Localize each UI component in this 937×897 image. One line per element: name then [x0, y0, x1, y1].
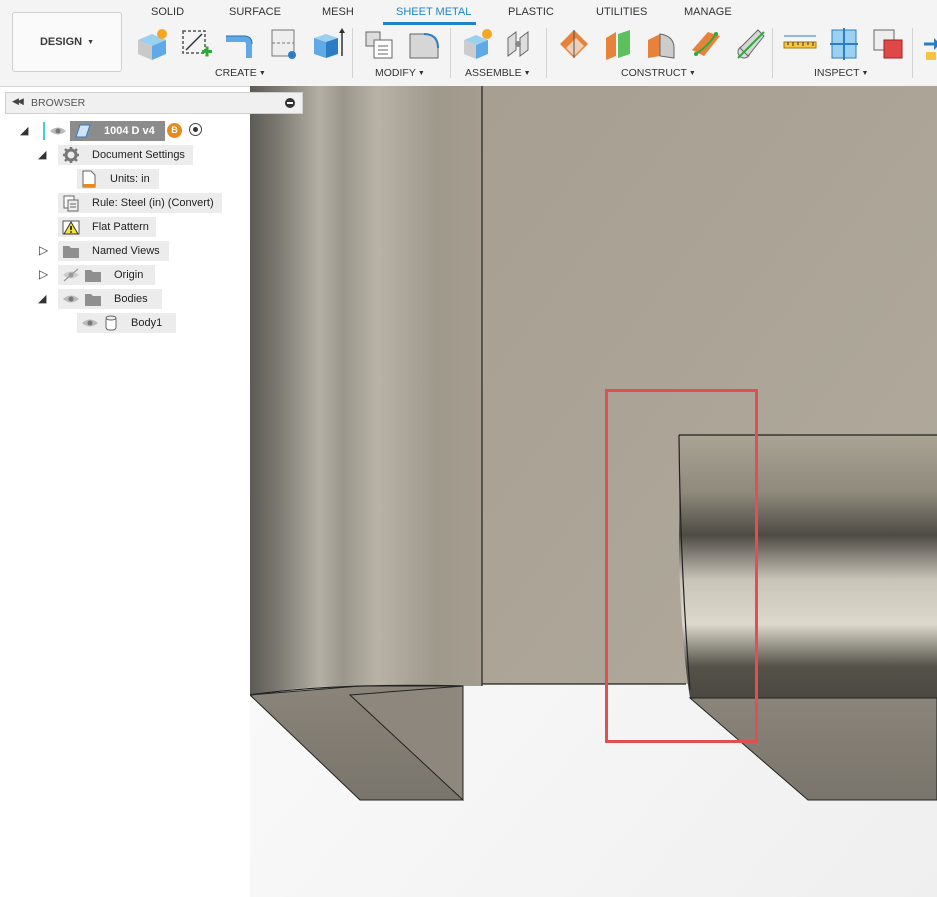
tab-surface[interactable]: SURFACE	[229, 6, 281, 18]
flat-pattern-warning-icon	[62, 220, 80, 235]
new-component-icon[interactable]	[134, 26, 170, 62]
interference-icon[interactable]	[870, 26, 906, 62]
browser-title: BROWSER	[31, 97, 86, 109]
browser-minimize-icon[interactable]	[285, 98, 295, 108]
highlight-selection-box	[605, 389, 758, 743]
version-badge-icon[interactable]: B	[167, 123, 182, 138]
tab-manage[interactable]: MANAGE	[684, 6, 732, 18]
named-views-label: Named Views	[92, 245, 160, 257]
dropdown-caret-icon: ▼	[87, 38, 95, 46]
folder-icon	[85, 294, 101, 306]
extrude-icon[interactable]	[310, 26, 346, 62]
new-component-assemble-icon[interactable]	[460, 26, 496, 62]
activate-radio-icon[interactable]	[189, 123, 202, 136]
toolbar-separator	[352, 28, 353, 78]
toolbar-separator	[772, 28, 773, 78]
tree-item-origin[interactable]: Origin	[58, 265, 155, 285]
inspect-group-label[interactable]: INSPECT ▼	[814, 67, 868, 79]
sheet-metal-model	[250, 86, 937, 897]
fillet-icon[interactable]	[406, 26, 442, 62]
tree-item-rule[interactable]: Rule: Steel (in) (Convert)	[58, 193, 222, 213]
tab-sheet-metal[interactable]: SHEET METAL	[396, 6, 471, 18]
document-component-icon	[75, 124, 91, 138]
collapse-panel-icon[interactable]: ◀◀	[12, 96, 24, 107]
expand-collapse-icon[interactable]: ◢	[38, 148, 46, 161]
press-pull-icon[interactable]	[362, 26, 398, 62]
toolbar-separator	[912, 28, 913, 78]
sheet-metal-rule-icon	[63, 195, 79, 212]
hidden-eye-icon[interactable]	[62, 268, 80, 282]
insert-icon[interactable]	[920, 26, 937, 62]
document-settings-label: Document Settings	[92, 149, 185, 161]
visibility-eye-icon[interactable]	[62, 292, 80, 306]
tab-plastic[interactable]: PLASTIC	[508, 6, 554, 18]
tangent-plane-icon[interactable]	[644, 26, 680, 62]
body-cylinder-icon	[105, 315, 117, 331]
tab-mesh[interactable]: MESH	[322, 6, 354, 18]
gear-icon	[63, 147, 79, 163]
active-tab-indicator	[383, 22, 476, 25]
flange-icon[interactable]	[222, 26, 258, 62]
canvas-viewport[interactable]	[250, 86, 937, 897]
design-label: DESIGN	[39, 36, 83, 48]
tree-item-units[interactable]: Units: in	[77, 169, 159, 189]
tab-solid[interactable]: SOLID	[151, 6, 184, 18]
offset-plane-icon[interactable]	[556, 26, 592, 62]
flat-pattern-label: Flat Pattern	[92, 221, 149, 233]
assemble-group-label[interactable]: ASSEMBLE ▼	[465, 67, 531, 79]
tree-item-body1[interactable]: Body1	[77, 313, 176, 333]
tree-item-named-views[interactable]: Named Views	[58, 241, 169, 261]
visibility-eye-icon[interactable]	[81, 316, 99, 330]
origin-label: Origin	[114, 269, 144, 281]
expand-collapse-icon[interactable]: ◢	[20, 124, 28, 137]
create-group-label[interactable]: CREATE ▼	[215, 67, 266, 79]
joint-icon[interactable]	[502, 26, 538, 62]
toolbar: DESIGN ▼ SOLID SURFACE MESH SHEET METAL …	[0, 0, 937, 87]
tree-item-flat-pattern[interactable]: Flat Pattern	[58, 217, 156, 237]
axis-through-cylinder-icon[interactable]	[732, 26, 768, 62]
expand-arrow-icon[interactable]: ▷	[39, 243, 48, 257]
tree-root-document[interactable]: 1004 D v4	[70, 121, 165, 141]
design-workspace-button[interactable]: DESIGN ▼	[12, 12, 122, 72]
tree-root-label: 1004 D v4	[104, 125, 155, 137]
units-document-icon	[82, 170, 96, 188]
tree-item-bodies[interactable]: Bodies	[58, 289, 162, 309]
body1-label: Body1	[131, 317, 163, 329]
section-analysis-icon[interactable]	[826, 26, 862, 62]
midplane-icon[interactable]	[688, 26, 724, 62]
bodies-label: Bodies	[114, 293, 148, 305]
plane-at-angle-icon[interactable]	[600, 26, 636, 62]
toolbar-separator	[450, 28, 451, 78]
measure-icon[interactable]	[782, 26, 818, 62]
rule-label: Rule: Steel (in) (Convert)	[92, 197, 214, 209]
folder-icon	[85, 270, 101, 282]
modify-group-label[interactable]: MODIFY ▼	[375, 67, 425, 79]
unfold-icon[interactable]	[266, 26, 302, 62]
construct-group-label[interactable]: CONSTRUCT ▼	[621, 67, 696, 79]
browser-header[interactable]: ◀◀ BROWSER	[5, 92, 303, 114]
visibility-eye-icon[interactable]	[49, 124, 67, 138]
expand-collapse-icon[interactable]: ◢	[38, 292, 46, 305]
expand-arrow-icon[interactable]: ▷	[39, 267, 48, 281]
tab-utilities[interactable]: UTILITIES	[596, 6, 647, 18]
toolbar-separator	[546, 28, 547, 78]
create-sketch-icon[interactable]	[178, 26, 214, 62]
tree-item-document-settings[interactable]: Document Settings	[58, 145, 193, 165]
units-label: Units: in	[110, 173, 150, 185]
folder-icon	[63, 246, 79, 258]
active-indicator	[43, 122, 45, 140]
